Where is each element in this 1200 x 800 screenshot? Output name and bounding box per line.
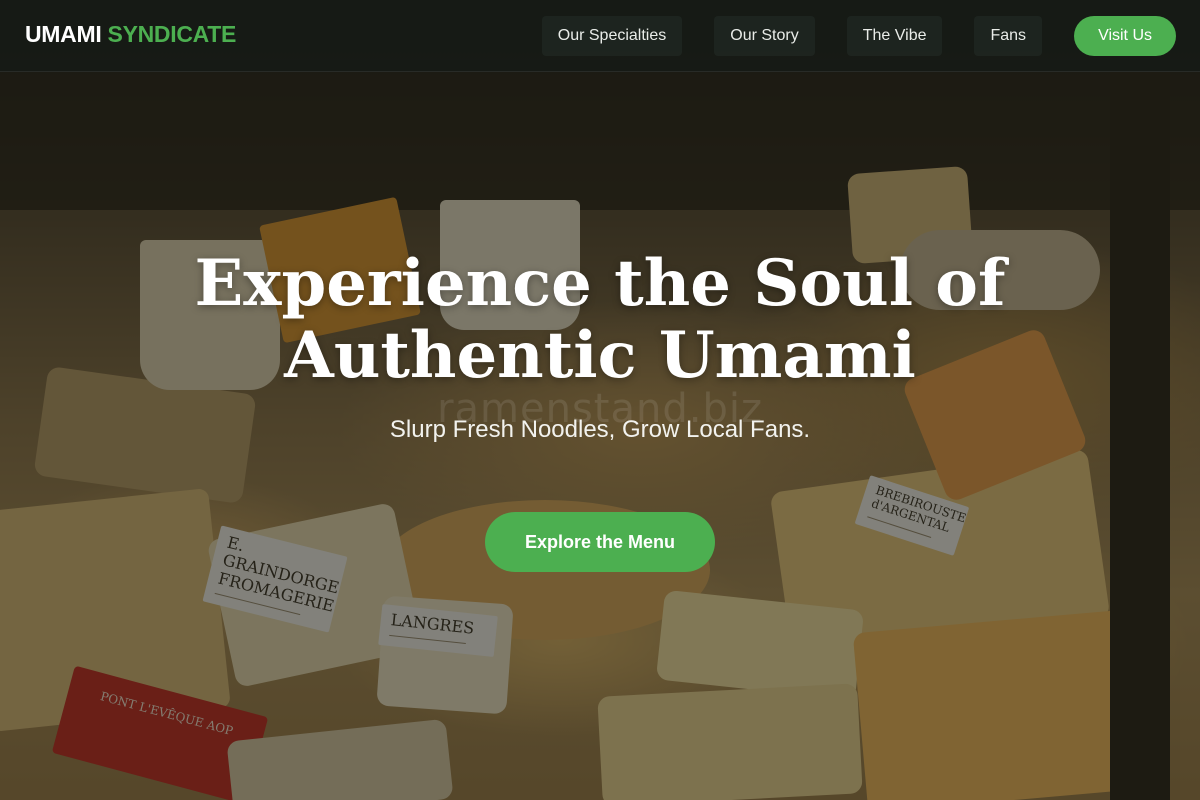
nav-link-our-story[interactable]: Our Story [714, 16, 815, 56]
logo-accent-text: SYNDICATE [107, 21, 237, 47]
nav-link-our-specialties[interactable]: Our Specialties [541, 16, 683, 56]
main-nav: Our Specialties Our Story The Vibe Fans … [541, 16, 1176, 56]
hero-content: ramenstand.biz Experience the Soul of Au… [0, 248, 1200, 572]
logo[interactable]: UMAMI SYNDICATE [25, 21, 236, 48]
nav-link-fans[interactable]: Fans [974, 16, 1043, 56]
hero-watermark: ramenstand.biz [437, 386, 763, 432]
logo-primary-text: UMAMI [25, 21, 102, 47]
visit-us-button[interactable]: Visit Us [1074, 16, 1176, 56]
site-header: UMAMI SYNDICATE Our Specialties Our Stor… [0, 0, 1200, 72]
nav-link-the-vibe[interactable]: The Vibe [846, 16, 943, 56]
explore-menu-button[interactable]: Explore the Menu [484, 512, 716, 572]
hero-title: Experience the Soul of Authentic Umami [194, 246, 1006, 393]
